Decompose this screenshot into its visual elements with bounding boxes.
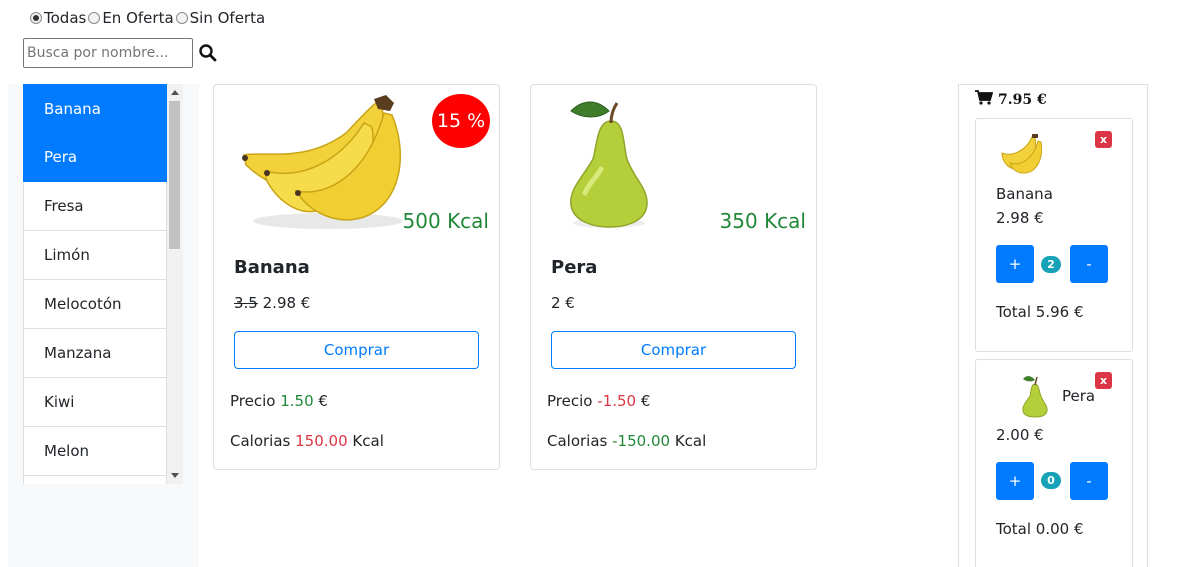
fruit-list[interactable]: Banana Pera Fresa Limón Melocotón Manzan… [23,84,167,484]
shopping-cart: 7.95 € x Banana 2.98 € + 2 - Total 5.96 … [958,84,1148,567]
cart-icon [975,90,994,109]
calorias-unit: Kcal [352,432,384,450]
product-price: 2 € [551,294,575,312]
fruit-list-item[interactable]: Fresa [23,182,167,231]
quantity-badge: 2 [1041,256,1061,273]
product-kcal: 350 Kcal [719,209,806,233]
cart-total: 7.95 € [998,91,1047,108]
increase-quantity-button[interactable]: + [996,245,1034,283]
buy-button[interactable]: Comprar [234,331,479,369]
decrease-quantity-button[interactable]: - [1070,245,1108,283]
calorias-value: -150.00 [612,432,671,450]
scroll-down-arrow-icon[interactable] [171,473,179,478]
cart-item-price: 2.00 € [996,426,1044,444]
cart-item-price: 2.98 € [996,209,1044,227]
cart-item-image [1001,134,1043,174]
cart-item-total: Total 5.96 € [996,303,1084,321]
fruit-list-item[interactable]: Pera [23,133,167,182]
product-price: 3.5 2.98 € [234,294,310,312]
precio-label: Precio [547,392,593,410]
cart-item-total: Total 0.00 € [996,520,1084,538]
discount-badge: 15 % [432,94,490,148]
current-price: 2.98 € [262,294,311,312]
fruit-list-item[interactable]: Banana [23,84,167,133]
buy-button[interactable]: Comprar [551,331,796,369]
cart-item-banana: x Banana 2.98 € + 2 - Total 5.96 € [975,118,1133,352]
remove-item-button[interactable]: x [1095,131,1112,148]
offer-filter: Todas En Oferta Sin Oferta [30,9,267,27]
search-input[interactable] [23,38,193,68]
filter-todas[interactable]: Todas [30,9,86,27]
current-price: 2 € [551,294,575,312]
product-card-banana: 15 % 500 Kcal Banana 3.5 2.98 € Comprar … [213,84,500,470]
fruit-list-item[interactable]: Melon [23,427,167,476]
banana-image [242,95,403,229]
calories-detail: Calorias 150.00 Kcal [230,432,384,450]
precio-value: 1.50 [280,392,314,410]
list-scrollbar[interactable] [167,84,183,484]
old-price: 3.5 [234,294,258,312]
product-kcal: 500 Kcal [402,209,489,233]
increase-quantity-button[interactable]: + [996,462,1034,500]
price-detail: Precio -1.50 € [547,392,650,410]
precio-unit: € [640,392,651,410]
fruit-list-item[interactable]: Kiwi [23,378,167,427]
filter-sin-oferta[interactable]: Sin Oferta [175,9,266,27]
cart-item-name: Banana [996,185,1053,203]
calorias-unit: Kcal [674,432,707,450]
precio-label: Precio [230,392,276,410]
product-card-pera: 350 Kcal Pera 2 € Comprar Precio -1.50 €… [530,84,817,470]
calorias-label: Calorias [547,432,608,450]
calories-detail: Calorias -150.00 Kcal [547,432,706,450]
cart-item-image [1022,376,1048,418]
fruit-list-item[interactable]: Manzana [23,329,167,378]
radio-sin-oferta[interactable] [175,12,188,24]
filter-en-oferta-label: En Oferta [102,9,174,27]
fruit-list-item[interactable]: Limón [23,231,167,280]
cart-item-pera: x Pera 2.00 € + 0 - Total 0.00 € [975,359,1133,567]
precio-unit: € [318,392,328,410]
remove-item-button[interactable]: x [1095,372,1112,389]
scroll-thumb[interactable] [169,101,180,249]
filter-todas-label: Todas [44,9,87,27]
product-name: Pera [551,257,598,278]
fruit-list-item[interactable] [23,476,167,484]
filter-en-oferta[interactable]: En Oferta [88,9,174,27]
quantity-badge: 0 [1041,472,1061,489]
pear-image [570,101,648,228]
calorias-label: Calorias [230,432,291,450]
search-icon[interactable] [198,43,218,63]
scroll-up-arrow-icon[interactable] [171,90,179,95]
product-name: Banana [234,257,310,278]
cart-item-name: Pera [1062,387,1096,405]
precio-value: -1.50 [597,392,637,410]
price-detail: Precio 1.50 € [230,392,328,410]
filter-sin-oferta-label: Sin Oferta [189,9,266,27]
radio-todas[interactable] [30,12,42,24]
decrease-quantity-button[interactable]: - [1070,462,1108,500]
fruit-list-item[interactable]: Melocotón [23,280,167,329]
radio-en-oferta[interactable] [88,12,101,24]
calorias-value: 150.00 [295,432,348,450]
cart-header: 7.95 € [975,90,1047,109]
